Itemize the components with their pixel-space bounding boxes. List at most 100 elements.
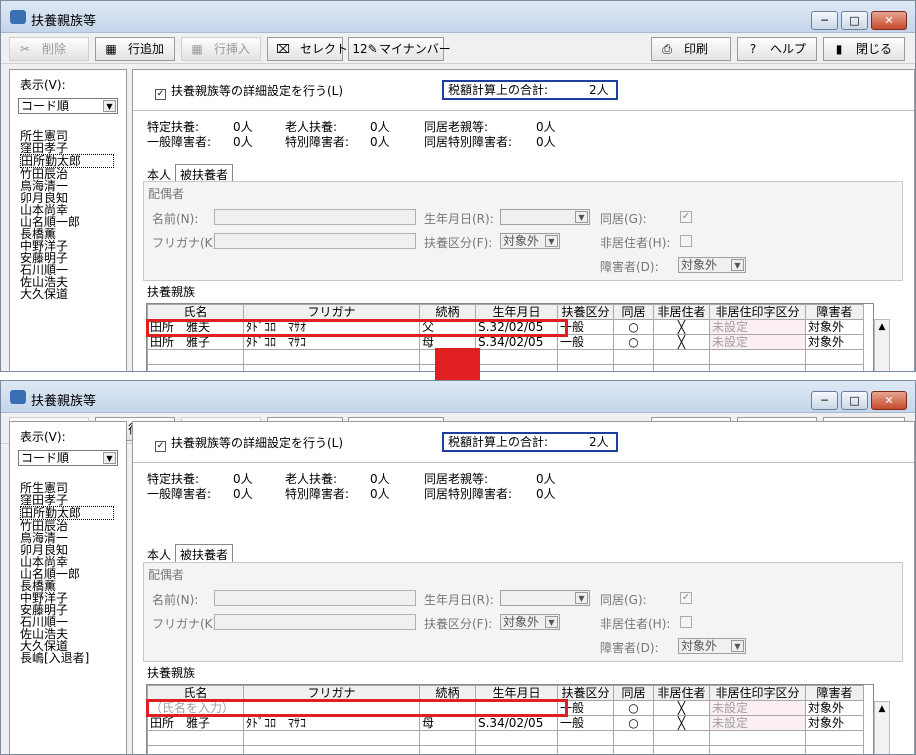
- employee-list-item[interactable]: 窪田孝子: [20, 142, 114, 154]
- close-window-button[interactable]: ✕: [871, 11, 907, 30]
- select-button[interactable]: ⌧ セレクト: [267, 37, 348, 61]
- table-cell[interactable]: 未設定: [709, 334, 806, 350]
- table-cell[interactable]: 対象外: [805, 715, 864, 731]
- table-cell[interactable]: [709, 745, 806, 754]
- minimize-button[interactable]: ─: [811, 11, 838, 30]
- insert-row-button[interactable]: ▦ 行挿入: [181, 37, 261, 61]
- column-header[interactable]: 非居住者: [653, 685, 710, 701]
- column-header[interactable]: 非居住印字区分: [709, 304, 806, 320]
- column-header[interactable]: 非居住者: [653, 304, 710, 320]
- table-cell[interactable]: [613, 364, 654, 371]
- spouse-kana-input[interactable]: [214, 614, 416, 630]
- employee-list-item[interactable]: 長嶋[入退者]: [20, 652, 114, 664]
- minimize-button[interactable]: ─: [811, 391, 838, 410]
- table-cell[interactable]: [613, 349, 654, 365]
- column-header[interactable]: 非居住印字区分: [709, 685, 806, 701]
- table-cell[interactable]: [613, 745, 654, 754]
- table-cell[interactable]: [653, 349, 710, 365]
- help-button[interactable]: ? ヘルプ: [737, 37, 817, 61]
- maximize-button[interactable]: □: [841, 391, 868, 410]
- table-cell[interactable]: 未設定: [709, 700, 806, 716]
- table-cell[interactable]: [419, 745, 476, 754]
- sort-select[interactable]: コード順 ▼: [18, 98, 118, 114]
- tab-dependents[interactable]: 被扶養者: [175, 544, 234, 564]
- table-cell[interactable]: [613, 730, 654, 746]
- table-cell[interactable]: [653, 745, 710, 754]
- table-cell[interactable]: [243, 730, 420, 746]
- table-cell[interactable]: ○: [613, 319, 654, 335]
- close-window-button[interactable]: ✕: [871, 391, 907, 410]
- table-cell[interactable]: ╳: [653, 715, 710, 731]
- table-cell[interactable]: [805, 745, 864, 754]
- employee-list-item[interactable]: 田所勤太郎: [20, 506, 114, 520]
- table-cell[interactable]: ﾀﾄﾞｺﾛ ﾏｻｺ: [243, 715, 420, 731]
- delete-button[interactable]: ✂ 削除: [9, 37, 89, 61]
- table-cell[interactable]: [805, 364, 864, 371]
- column-header[interactable]: 障害者: [805, 685, 864, 701]
- close-button[interactable]: ▮ 閉じる: [823, 37, 905, 61]
- spouse-kana-input[interactable]: [214, 233, 416, 249]
- column-header[interactable]: 氏名: [147, 304, 244, 320]
- spouse-dokyo-checkbox[interactable]: ✓: [680, 211, 692, 223]
- spouse-hikyoju-checkbox[interactable]: [680, 616, 692, 628]
- table-cell[interactable]: ╳: [653, 319, 710, 335]
- table-cell[interactable]: 田所 雅子: [147, 715, 244, 731]
- column-header[interactable]: 同居: [613, 304, 654, 320]
- table-row[interactable]: [147, 349, 864, 365]
- table-cell[interactable]: [805, 730, 864, 746]
- table-cell[interactable]: ╳: [653, 334, 710, 350]
- table-cell[interactable]: [653, 364, 710, 371]
- table-cell[interactable]: 未設定: [709, 715, 806, 731]
- spouse-disabled-select[interactable]: 対象外 ▼: [678, 257, 746, 273]
- table-cell[interactable]: [243, 745, 420, 754]
- spouse-dokyo-checkbox[interactable]: ✓: [680, 592, 692, 604]
- scroll-up-icon[interactable]: ▲: [879, 704, 886, 714]
- table-cell[interactable]: [557, 349, 614, 365]
- scroll-up-icon[interactable]: ▲: [879, 322, 886, 332]
- maximize-button[interactable]: □: [841, 11, 868, 30]
- table-cell[interactable]: 一般: [557, 715, 614, 731]
- table-cell[interactable]: [709, 364, 806, 371]
- table-cell[interactable]: [243, 349, 420, 365]
- table-cell[interactable]: [419, 730, 476, 746]
- column-header[interactable]: フリガナ: [243, 304, 420, 320]
- table-cell[interactable]: [557, 730, 614, 746]
- spouse-birth-select[interactable]: ▼: [500, 590, 590, 606]
- column-header[interactable]: 同居: [613, 685, 654, 701]
- table-row[interactable]: [147, 745, 864, 754]
- table-row[interactable]: [147, 364, 864, 371]
- detail-setting-checkbox[interactable]: ✓ 扶養親族等の詳細設定を行う(L): [155, 434, 343, 452]
- column-header[interactable]: 扶養区分: [557, 304, 614, 320]
- spouse-class-select[interactable]: 対象外 ▼: [500, 614, 560, 630]
- table-cell[interactable]: S.34/02/05: [475, 715, 558, 731]
- table-row[interactable]: 田所 雅子 ﾀﾄﾞｺﾛ ﾏｻｺ母 S.34/02/05 一般 ○ ╳ 未設定 対象外: [147, 715, 864, 731]
- table-cell[interactable]: [147, 364, 244, 371]
- table-cell[interactable]: [653, 730, 710, 746]
- table-cell[interactable]: [147, 745, 244, 754]
- table-cell[interactable]: [475, 730, 558, 746]
- table-cell[interactable]: [475, 745, 558, 754]
- print-button[interactable]: ⎙ 印刷: [651, 37, 731, 61]
- employee-list-item[interactable]: 大久保道: [20, 288, 114, 300]
- table-cell[interactable]: ○: [613, 700, 654, 716]
- table-cell[interactable]: [805, 349, 864, 365]
- detail-setting-checkbox[interactable]: ✓ 扶養親族等の詳細設定を行う(L): [155, 82, 343, 100]
- table-cell[interactable]: [147, 349, 244, 365]
- table-cell[interactable]: [557, 745, 614, 754]
- table-cell[interactable]: ○: [613, 334, 654, 350]
- table-cell[interactable]: 対象外: [805, 319, 864, 335]
- spouse-name-input[interactable]: [214, 590, 416, 606]
- employee-list-item[interactable]: 田所勤太郎: [20, 154, 114, 168]
- table-cell[interactable]: [147, 730, 244, 746]
- add-row-button[interactable]: ▦ 行追加: [95, 37, 175, 61]
- table-cell[interactable]: 母: [419, 715, 476, 731]
- table-scrollbar[interactable]: ▲: [874, 319, 890, 371]
- spouse-hikyoju-checkbox[interactable]: [680, 235, 692, 247]
- table-cell[interactable]: [557, 364, 614, 371]
- table-cell[interactable]: [709, 730, 806, 746]
- table-scrollbar[interactable]: ▲: [874, 701, 890, 754]
- table-cell[interactable]: ○: [613, 715, 654, 731]
- spouse-birth-select[interactable]: ▼: [500, 209, 590, 225]
- table-cell[interactable]: [709, 349, 806, 365]
- table-cell[interactable]: ╳: [653, 700, 710, 716]
